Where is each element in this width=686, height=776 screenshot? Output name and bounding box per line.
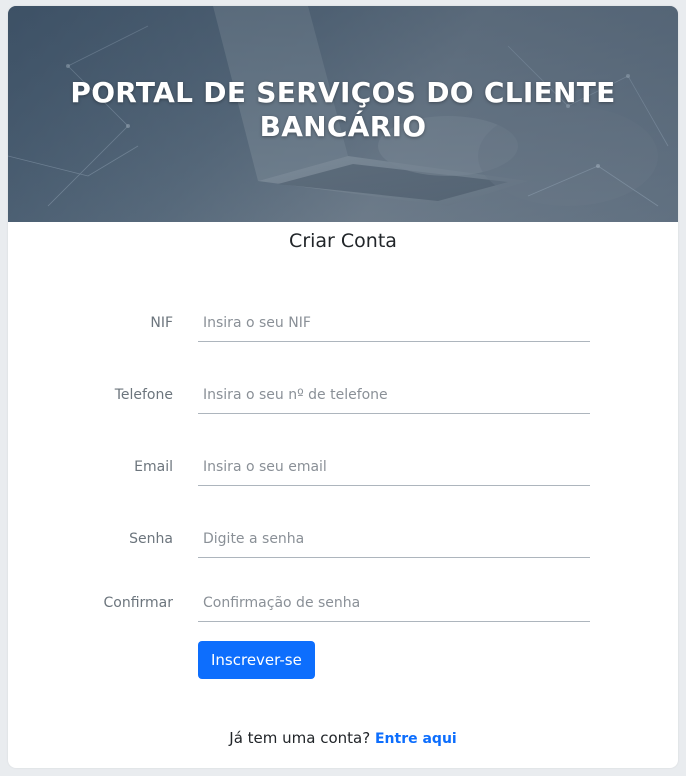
password-row: Senha: [8, 520, 678, 560]
portal-title: PORTAL DE SERVIÇOS DO CLIENTE BANCÁRIO: [70, 76, 616, 143]
login-prompt-text: Já tem uma conta?: [229, 729, 371, 747]
login-prompt: Já tem uma conta? Entre aqui: [8, 729, 678, 747]
signup-card: PORTAL DE SERVIÇOS DO CLIENTE BANCÁRIO C…: [8, 6, 678, 768]
phone-row: Telefone: [8, 376, 678, 416]
confirm-password-row: Confirmar: [8, 584, 678, 624]
password-label: Senha: [129, 531, 173, 547]
password-input[interactable]: [198, 520, 590, 558]
login-link[interactable]: Entre aqui: [375, 731, 457, 747]
hero-banner: PORTAL DE SERVIÇOS DO CLIENTE BANCÁRIO: [8, 6, 678, 222]
email-input[interactable]: [198, 448, 590, 486]
phone-label: Telefone: [114, 387, 173, 403]
signup-button[interactable]: Inscrever-se: [198, 641, 315, 679]
nif-input[interactable]: [198, 304, 590, 342]
nif-label: NIF: [150, 315, 173, 331]
email-label: Email: [134, 459, 173, 475]
phone-input[interactable]: [198, 376, 590, 414]
confirm-password-label: Confirmar: [103, 595, 173, 611]
form-title: Criar Conta: [289, 230, 397, 252]
confirm-password-input[interactable]: [198, 584, 590, 622]
nif-row: NIF: [8, 304, 678, 344]
email-row: Email: [8, 448, 678, 488]
